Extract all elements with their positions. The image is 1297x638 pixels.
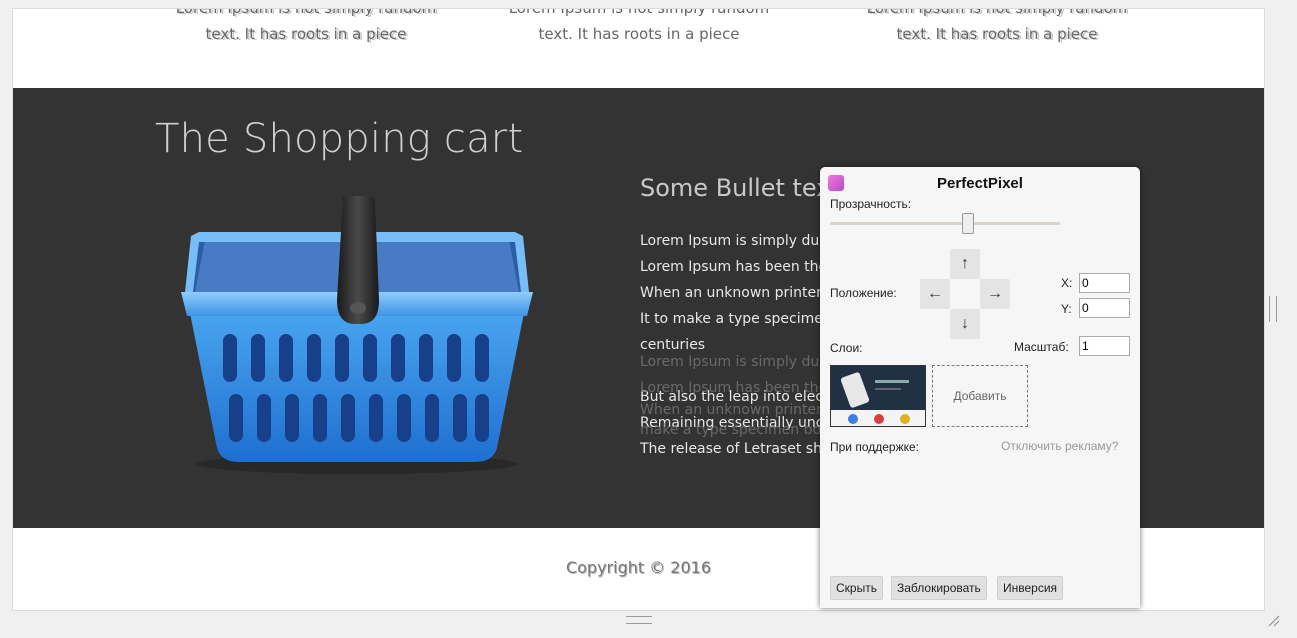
list-item: Lorem Ipsum has been the (640, 259, 828, 275)
lock-button[interactable]: Заблокировать (891, 576, 987, 600)
feature-text-line: Lorem Ipsum is not simply random (175, 8, 437, 17)
layer-preview-image (831, 366, 925, 426)
scale-input[interactable] (1079, 336, 1130, 356)
opacity-label: Прозрачность: (830, 197, 912, 211)
overlay-ghost-text: Lorem Ipsum is simply du Lorem Ipsum has… (640, 354, 828, 438)
list-item: When an unknown printer (640, 285, 822, 301)
perfectpixel-panel: PerfectPixel Прозрачность: Положение: ↑ … (820, 167, 1140, 608)
move-down-button[interactable]: ↓ (950, 309, 980, 339)
support-label: При поддержке: (830, 440, 920, 454)
move-right-button[interactable]: → (980, 279, 1010, 309)
horizontal-resize-handle[interactable] (626, 616, 652, 624)
feature-text-line: Lorem Ipsum is not simply random (508, 8, 770, 17)
y-label: Y: (1061, 302, 1072, 316)
disable-ads-link[interactable]: Отключить рекламу? (1001, 439, 1118, 453)
list-item: It to make a type specimen (640, 311, 832, 327)
feature-column: Lorem Ipsum is not simply random text. It… (847, 8, 1147, 47)
hide-button[interactable]: Скрыть (830, 576, 883, 600)
x-label: X: (1061, 276, 1073, 290)
add-layer-button[interactable]: Добавить (932, 365, 1028, 427)
panel-title: PerfectPixel (937, 175, 1023, 192)
x-position-input[interactable] (1079, 273, 1130, 293)
move-left-button[interactable]: ← (920, 279, 950, 309)
move-up-button[interactable]: ↑ (950, 249, 980, 279)
list-item: Lorem Ipsum is simply du (640, 233, 820, 249)
bullet-title: Some Bullet tex (640, 174, 831, 202)
section-title: The Shopping cart (155, 116, 524, 162)
feature-text-line: text. It has roots in a piece (896, 25, 1098, 43)
feature-column: Lorem Ipsum is not simply random text. It… (489, 8, 789, 47)
feature-column: Lorem Ipsum is not simply random text. It… (156, 8, 456, 47)
feature-text-line: Lorem Ipsum is not simply random (866, 8, 1128, 17)
layers-label: Слои: (830, 341, 863, 355)
features-row: Lorem Ipsum is not simply random text. It… (13, 9, 1264, 88)
y-position-input[interactable] (1079, 298, 1130, 318)
scale-label: Масштаб: (1014, 340, 1069, 354)
resize-grip-icon[interactable] (1266, 613, 1280, 627)
feature-text-line: text. It has roots in a piece (538, 25, 740, 43)
layer-thumbnail[interactable] (830, 365, 926, 427)
feature-text-line: text. It has roots in a piece (205, 25, 407, 43)
shopping-basket-image (181, 196, 533, 474)
vertical-resize-handle[interactable] (1269, 296, 1277, 322)
position-label: Положение: (830, 286, 897, 300)
opacity-slider[interactable] (830, 222, 1060, 225)
opacity-slider-thumb[interactable] (962, 213, 974, 234)
invert-button[interactable]: Инверсия (997, 576, 1064, 600)
